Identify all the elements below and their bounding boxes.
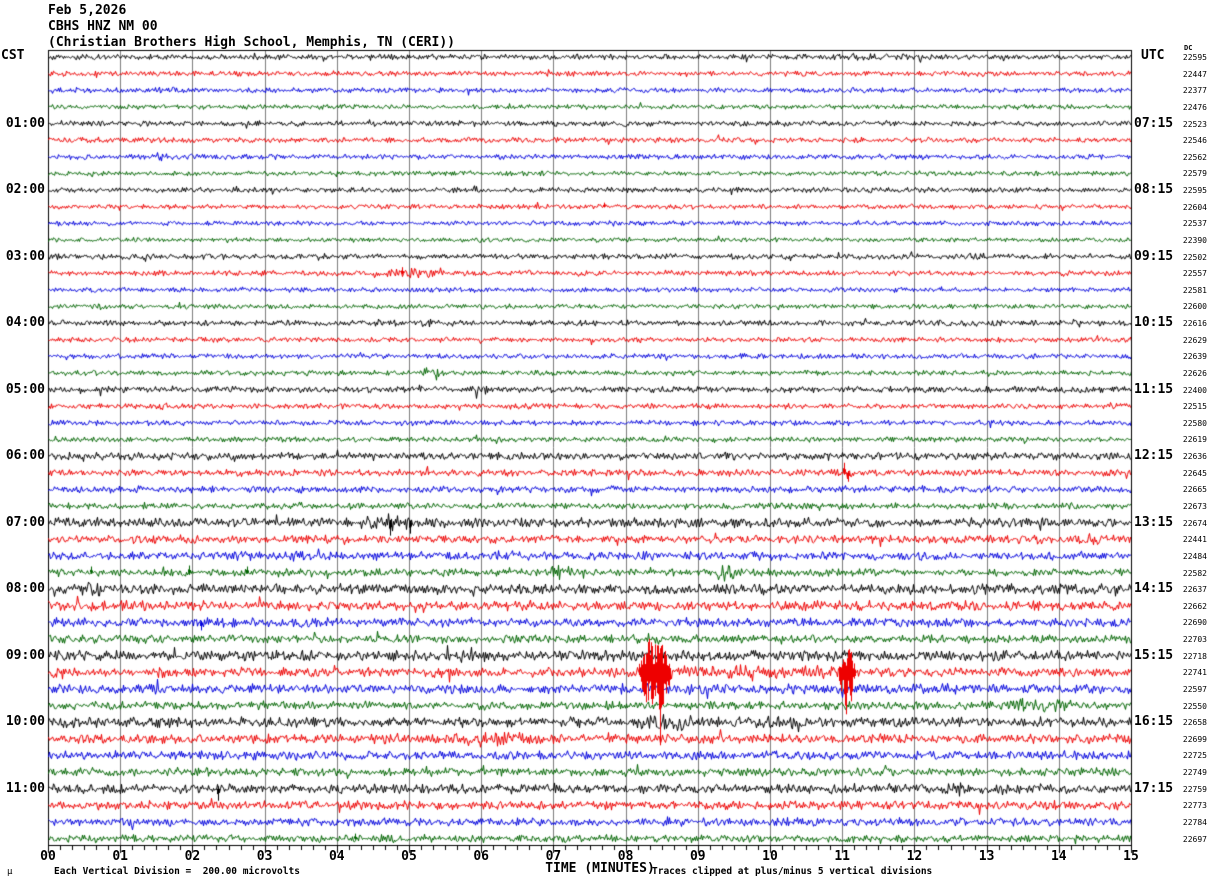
trace-dc-value: 22550 (1182, 701, 1207, 711)
trace-dc-value: 22637 (1182, 585, 1207, 595)
trace-dc-value: 22441 (1182, 535, 1207, 545)
x-axis-tick-label: 02 (184, 849, 201, 864)
left-hour-label: 04:00 (5, 315, 45, 331)
trace-dc-value: 22580 (1182, 418, 1207, 428)
trace-dc-value: 22447 (1182, 69, 1207, 79)
trace-dc-value: 22390 (1182, 235, 1207, 245)
header-location-line: (Christian Brothers High School, Memphis… (48, 35, 455, 50)
trace-dc-value: 22773 (1182, 801, 1207, 811)
left-hour-label: 11:00 (5, 780, 45, 796)
trace-dc-value: 22703 (1182, 635, 1207, 645)
right-utc-label: 10:15 (1134, 315, 1174, 331)
right-utc-label: 14:15 (1134, 581, 1174, 597)
trace-dc-value: 22699 (1182, 734, 1207, 744)
trace-dc-value: 22636 (1182, 452, 1207, 462)
trace-dc-value: 22725 (1182, 751, 1207, 761)
trace-dc-value: 22595 (1182, 186, 1207, 196)
trace-dc-value: 22515 (1182, 402, 1207, 412)
microvolt-glyph: μ (7, 867, 13, 877)
trace-dc-value: 22673 (1182, 502, 1207, 511)
left-hour-label: 05:00 (5, 381, 45, 397)
right-timezone-label: UTC (1141, 48, 1165, 63)
left-hour-label: 01:00 (5, 115, 45, 131)
trace-dc-value: 22658 (1182, 718, 1207, 728)
x-axis-tick-label: 11 (834, 849, 851, 864)
trace-dc-value: 22626 (1182, 368, 1207, 378)
footer-scale-note: Each Vertical Division = 200.00 microvol… (54, 866, 300, 877)
left-hour-label: 08:00 (5, 581, 45, 597)
left-hour-label: 07:00 (5, 514, 45, 530)
left-timezone-label: CST (1, 48, 25, 63)
trace-dc-value: 22595 (1182, 53, 1207, 62)
trace-dc-value: 22582 (1182, 568, 1207, 578)
x-axis-tick-label: 00 (40, 849, 56, 864)
right-utc-label: 16:15 (1134, 714, 1174, 730)
footer-clip-note: Traces clipped at plus/minus 5 vertical … (652, 866, 933, 877)
x-axis-tick-label: 12 (906, 849, 923, 864)
trace-dc-value: 22597 (1182, 684, 1207, 694)
trace-dc-value: 22562 (1182, 152, 1207, 162)
seismogram-canvas (0, 0, 1210, 886)
right-utc-label: 09:15 (1134, 248, 1174, 264)
trace-dc-value: 22557 (1182, 269, 1207, 279)
trace-dc-value: 22718 (1182, 651, 1207, 661)
x-axis-tick-label: 03 (256, 849, 273, 864)
left-hour-label: 03:00 (5, 248, 45, 264)
left-hour-label: 06:00 (5, 448, 45, 464)
trace-dc-value: 22600 (1182, 302, 1207, 312)
header-date: Feb 5,2026 (48, 3, 127, 18)
right-utc-label: 13:15 (1134, 514, 1174, 530)
trace-dc-value: 22662 (1182, 601, 1207, 611)
trace-dc-value: 22579 (1182, 169, 1207, 179)
right-utc-label: 12:15 (1134, 448, 1174, 464)
trace-dc-value: 22690 (1182, 618, 1207, 628)
trace-dc-value: 22639 (1182, 352, 1207, 362)
trace-dc-value: 22476 (1182, 102, 1207, 112)
trace-dc-value: 22523 (1182, 119, 1207, 129)
trace-dc-value: 22400 (1182, 385, 1207, 395)
x-axis-tick-label: 01 (112, 849, 129, 864)
right-utc-label: 15:15 (1134, 647, 1174, 663)
left-hour-label: 02:00 (5, 182, 45, 198)
trace-dc-value: 22377 (1182, 86, 1207, 96)
x-axis-tick-label: 04 (328, 849, 345, 864)
trace-dc-value: 22616 (1182, 319, 1207, 329)
x-axis-tick-label: 13 (978, 849, 995, 864)
right-utc-label: 11:15 (1134, 381, 1174, 397)
x-axis-tick-label: 14 (1050, 849, 1067, 864)
trace-dc-value: 22619 (1182, 435, 1207, 445)
header-station-line: CBHS HNZ NM 00 (48, 19, 158, 34)
x-axis-tick-label: 15 (1123, 849, 1139, 864)
trace-dc-value: 22784 (1182, 817, 1207, 827)
trace-dc-value: 22741 (1182, 668, 1207, 678)
trace-dc-value: 22759 (1182, 784, 1207, 794)
right-utc-label: 17:15 (1134, 780, 1174, 796)
trace-dc-value: 22665 (1182, 485, 1207, 495)
trace-dc-value: 22502 (1182, 252, 1207, 262)
dc-column-header: DC (1184, 44, 1193, 52)
trace-dc-value: 22581 (1182, 285, 1207, 295)
right-utc-label: 08:15 (1134, 182, 1174, 198)
trace-dc-value: 22629 (1182, 335, 1207, 345)
right-utc-label: 07:15 (1134, 115, 1174, 131)
trace-dc-value: 22537 (1182, 219, 1207, 229)
helicorder-page: Feb 5,2026 CBHS HNZ NM 00 (Christian Bro… (0, 0, 1210, 886)
left-hour-label: 09:00 (5, 647, 45, 663)
trace-dc-value: 22645 (1182, 468, 1207, 478)
trace-dc-value: 22604 (1182, 202, 1207, 212)
left-hour-label: 10:00 (5, 714, 45, 730)
trace-dc-value: 22674 (1182, 518, 1207, 528)
trace-dc-value: 22697 (1182, 834, 1207, 844)
trace-dc-value: 22546 (1182, 136, 1207, 146)
x-axis-tick-label: 10 (762, 849, 778, 864)
x-axis-tick-label: 06 (473, 849, 490, 864)
x-axis-tick-label: 05 (401, 849, 417, 864)
trace-dc-value: 22749 (1182, 768, 1207, 778)
trace-dc-value: 22484 (1182, 551, 1207, 561)
